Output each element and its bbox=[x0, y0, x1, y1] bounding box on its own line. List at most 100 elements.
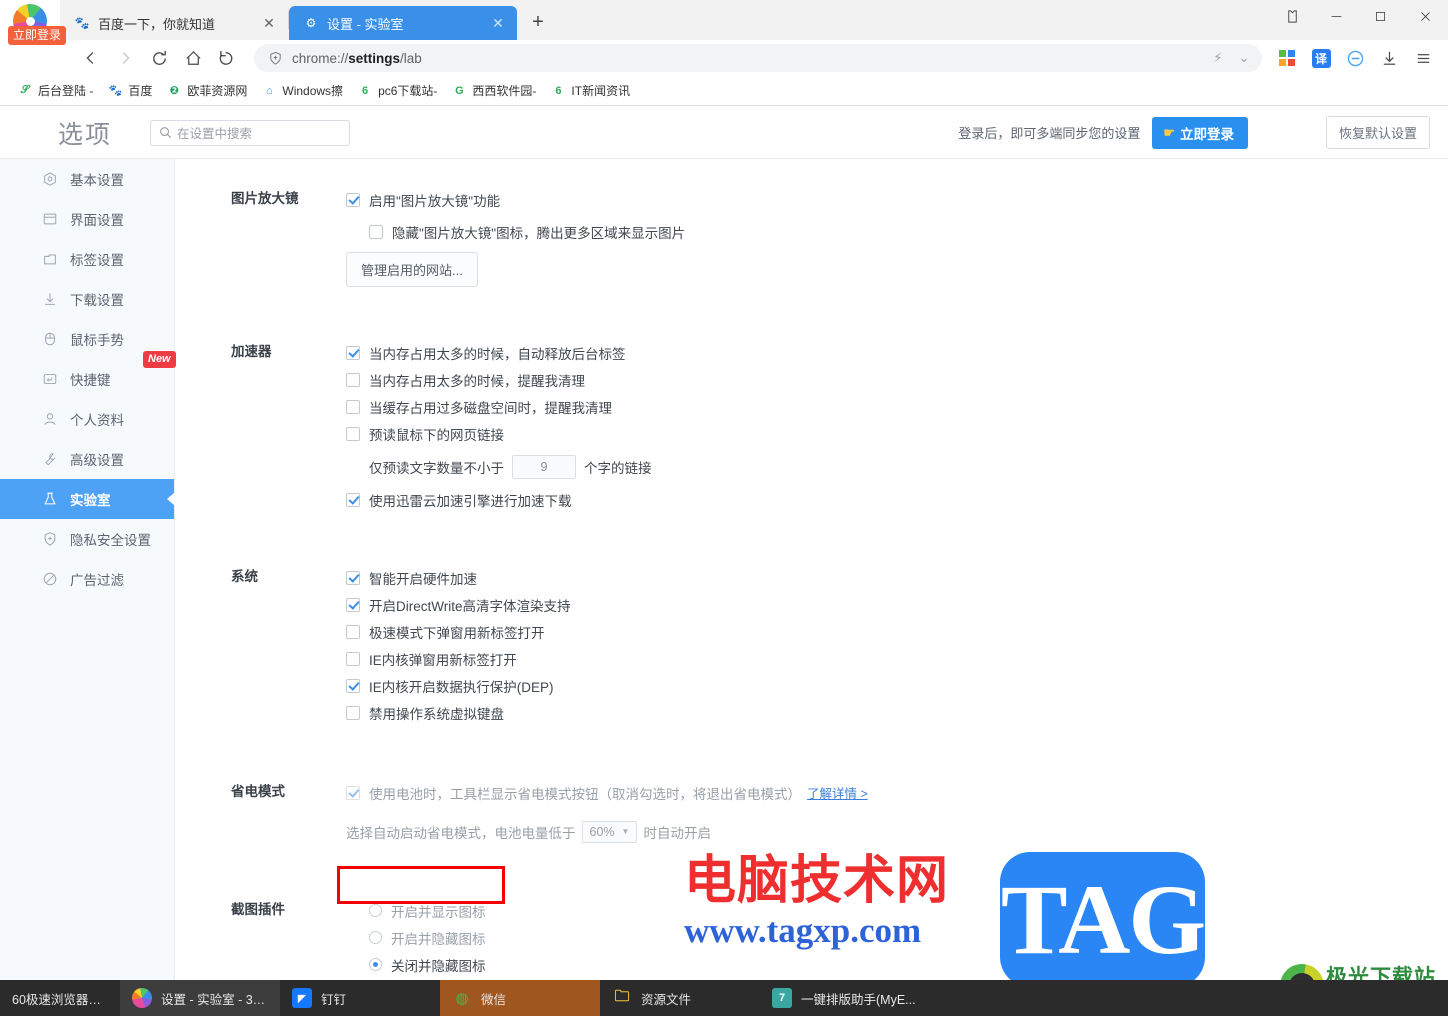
chevron-down-icon[interactable]: ⌄ bbox=[1232, 46, 1256, 70]
translate-icon[interactable]: 译 bbox=[1304, 43, 1338, 73]
checkbox-row-directwrite[interactable]: 开启DirectWrite高清字体渲染支持 bbox=[346, 591, 1448, 618]
radio-label: 关闭并隐藏图标 bbox=[391, 958, 486, 974]
prefetch-suffix-label: 个字的链接 bbox=[584, 460, 652, 476]
taskbar-item-0[interactable]: 60极速浏览器右... bbox=[0, 980, 120, 1016]
translate-glyph: 译 bbox=[1311, 48, 1331, 68]
checkbox-row-xunlei-accelerate[interactable]: 使用迅雷云加速引擎进行加速下载 bbox=[346, 486, 1448, 513]
radio-disable-hide-icon[interactable] bbox=[369, 958, 382, 971]
prefetch-prefix-label: 仅预读文字数量不小于 bbox=[369, 460, 504, 476]
checkbox-row-hide-magnifier-icon[interactable]: 隐藏"图片放大镜"图标，腾出更多区域来显示图片 bbox=[346, 218, 1448, 245]
sidebar-item-interface[interactable]: 界面设置 bbox=[0, 199, 174, 239]
checkbox-hardware-accel[interactable] bbox=[346, 570, 360, 585]
checkbox-auto-release-tabs[interactable] bbox=[346, 345, 360, 360]
sidebar-item-tabs[interactable]: 标签设置 bbox=[0, 239, 174, 279]
login-now-button[interactable]: ☛ 立即登录 bbox=[1152, 116, 1248, 149]
section-label: 图片放大镜 bbox=[231, 191, 299, 206]
checkbox-row-auto-release-tabs[interactable]: 当内存占用太多的时候，自动释放后台标签 bbox=[346, 339, 1448, 366]
bookmark-label: IT新闻资讯 bbox=[571, 84, 631, 98]
checkbox-row-prefetch-links[interactable]: 预读鼠标下的网页链接 bbox=[346, 420, 1448, 447]
checkbox-row-fastmode-popup-newtab[interactable]: 极速模式下弹窗用新标签打开 bbox=[346, 618, 1448, 645]
checkbox-row-memory-remind[interactable]: 当内存占用太多的时候，提醒我清理 bbox=[346, 366, 1448, 393]
auto-power-prefix-label: 选择自动启动省电模式，电池电量低于 bbox=[346, 825, 576, 841]
checkbox-row-ie-dep[interactable]: IE内核开启数据执行保护(DEP) bbox=[346, 672, 1448, 699]
downloads-icon[interactable] bbox=[1372, 43, 1406, 73]
maximize-icon[interactable] bbox=[1358, 0, 1402, 32]
checkbox-row-battery-toolbar-button[interactable]: 使用电池时，工具栏显示省电模式按钮（取消勾选时，将退出省电模式） 了解详情 > bbox=[346, 779, 1448, 806]
browser-tab-1[interactable]: ⚙ 设置 - 实验室 ✕ bbox=[289, 6, 517, 40]
checkbox-label: 当缓存占用过多磁盘空间时，提醒我清理 bbox=[369, 400, 612, 416]
taskbar-label: 资源文件 bbox=[641, 992, 692, 1007]
window-controls bbox=[1270, 0, 1448, 40]
sidebar-item-basic[interactable]: 基本设置 bbox=[0, 159, 174, 199]
sidebar-item-label: 标签设置 bbox=[70, 253, 124, 268]
bookmark-item[interactable]: 6 pc6下载站- bbox=[350, 79, 444, 103]
close-icon[interactable] bbox=[1402, 0, 1448, 32]
checkbox-memory-remind[interactable] bbox=[346, 372, 360, 387]
taskbar-label: 一键排版助手(MyE... bbox=[801, 992, 916, 1007]
back-button[interactable] bbox=[74, 43, 108, 73]
sidebar-item-privacy[interactable]: 隐私安全设置 bbox=[0, 519, 174, 559]
bookmark-label: Windows擦 bbox=[282, 84, 344, 98]
browser-tab-0[interactable]: 🐾 百度一下，你就知道 ✕ bbox=[60, 6, 288, 40]
checkbox-row-enable-magnifier[interactable]: 启用"图片放大镜"功能 bbox=[346, 186, 1448, 213]
checkbox-directwrite[interactable] bbox=[346, 597, 360, 612]
prefetch-word-count-input[interactable]: 9 bbox=[512, 454, 576, 479]
search-input[interactable]: 在设置中搜索 bbox=[150, 119, 351, 146]
checkbox-ie-dep[interactable] bbox=[346, 678, 360, 693]
sidebar-item-profile[interactable]: 个人资料 bbox=[0, 399, 174, 439]
login-badge[interactable]: 立即登录 bbox=[8, 26, 67, 46]
bookmark-item[interactable]: ❷ 欧菲资源网 bbox=[159, 79, 254, 103]
history-button[interactable] bbox=[210, 43, 244, 73]
shirt-icon[interactable] bbox=[1270, 0, 1314, 32]
close-icon[interactable]: ✕ bbox=[260, 14, 278, 32]
taskbar-item-5[interactable]: 7 一键排版助手(MyE... bbox=[760, 980, 960, 1016]
checkbox-label: 隐藏"图片放大镜"图标，腾出更多区域来显示图片 bbox=[392, 225, 686, 241]
radio-enable-hide-icon[interactable] bbox=[369, 931, 382, 944]
radio-enable-show-icon[interactable] bbox=[369, 904, 382, 917]
bookmark-item[interactable]: 6 IT新闻资讯 bbox=[543, 79, 637, 103]
checkbox-disable-virtual-keyboard[interactable] bbox=[346, 705, 360, 720]
page-title: 选项 bbox=[58, 120, 113, 149]
address-bar[interactable]: chrome://settings/lab ⚡ ⌄ bbox=[254, 44, 1262, 72]
reload-button[interactable] bbox=[142, 43, 176, 73]
checkbox-battery-toolbar-button[interactable] bbox=[346, 785, 360, 800]
taskbar-item-1[interactable]: 设置 - 实验室 - 36... bbox=[120, 980, 280, 1016]
auto-power-saving-row: 选择自动启动省电模式，电池电量低于 60% ▼ 时自动开启 bbox=[346, 818, 1448, 845]
prefetch-threshold-row: 仅预读文字数量不小于 9 个字的链接 bbox=[346, 453, 1448, 480]
checkbox-row-ie-popup-newtab[interactable]: IE内核弹窗用新标签打开 bbox=[346, 645, 1448, 672]
forward-button[interactable] bbox=[108, 43, 142, 73]
bookmark-item[interactable]: ⌂ Windows擦 bbox=[254, 79, 350, 103]
taskbar-item-2[interactable]: ◤ 钉钉 bbox=[280, 980, 440, 1016]
bookmark-item[interactable]: 🐾 百度 bbox=[100, 79, 159, 103]
checkbox-xunlei-accelerate[interactable] bbox=[346, 492, 360, 507]
checkbox-hide-magnifier-icon[interactable] bbox=[369, 224, 383, 239]
sidebar-item-lab[interactable]: 实验室 bbox=[0, 479, 175, 519]
lightning-icon[interactable]: ⚡ bbox=[1206, 46, 1230, 70]
sidebar-item-adblock[interactable]: 广告过滤 bbox=[0, 559, 174, 599]
battery-threshold-select[interactable]: 60% ▼ bbox=[581, 820, 638, 843]
checkbox-row-disable-virtual-keyboard[interactable]: 禁用操作系统虚拟键盘 bbox=[346, 699, 1448, 726]
checkbox-row-cache-remind[interactable]: 当缓存占用过多磁盘空间时，提醒我清理 bbox=[346, 393, 1448, 420]
learn-more-link[interactable]: 了解详情 > bbox=[807, 783, 868, 802]
taskbar-item-3[interactable]: ◍ 微信 bbox=[440, 980, 600, 1016]
apps-grid-icon[interactable] bbox=[1270, 43, 1304, 73]
checkbox-cache-remind[interactable] bbox=[346, 399, 360, 414]
menu-icon[interactable] bbox=[1406, 43, 1440, 73]
adblock-icon[interactable] bbox=[1338, 43, 1372, 73]
checkbox-fastmode-popup-newtab[interactable] bbox=[346, 624, 360, 639]
restore-defaults-button[interactable]: 恢复默认设置 bbox=[1325, 116, 1430, 149]
checkbox-enable-magnifier[interactable] bbox=[346, 192, 360, 207]
checkbox-row-hardware-accel[interactable]: 智能开启硬件加速 bbox=[346, 564, 1448, 591]
minimize-icon[interactable] bbox=[1314, 0, 1358, 32]
bookmark-item[interactable]: G 西西软件园- bbox=[444, 79, 543, 103]
checkbox-prefetch-links[interactable] bbox=[346, 426, 360, 441]
sidebar-item-download[interactable]: 下载设置 bbox=[0, 279, 174, 319]
manage-enabled-sites-button[interactable]: 管理启用的网站... bbox=[346, 252, 478, 287]
sidebar-item-advanced[interactable]: 高级设置 bbox=[0, 439, 174, 479]
close-icon[interactable]: ✕ bbox=[489, 14, 507, 32]
bookmark-item[interactable]: 𝒮 后台登陆 - bbox=[10, 79, 100, 103]
home-button[interactable] bbox=[176, 43, 210, 73]
checkbox-ie-popup-newtab[interactable] bbox=[346, 651, 360, 666]
new-tab-button[interactable]: + bbox=[523, 7, 553, 37]
taskbar-item-4[interactable]: 🗀 资源文件 bbox=[600, 980, 760, 1016]
